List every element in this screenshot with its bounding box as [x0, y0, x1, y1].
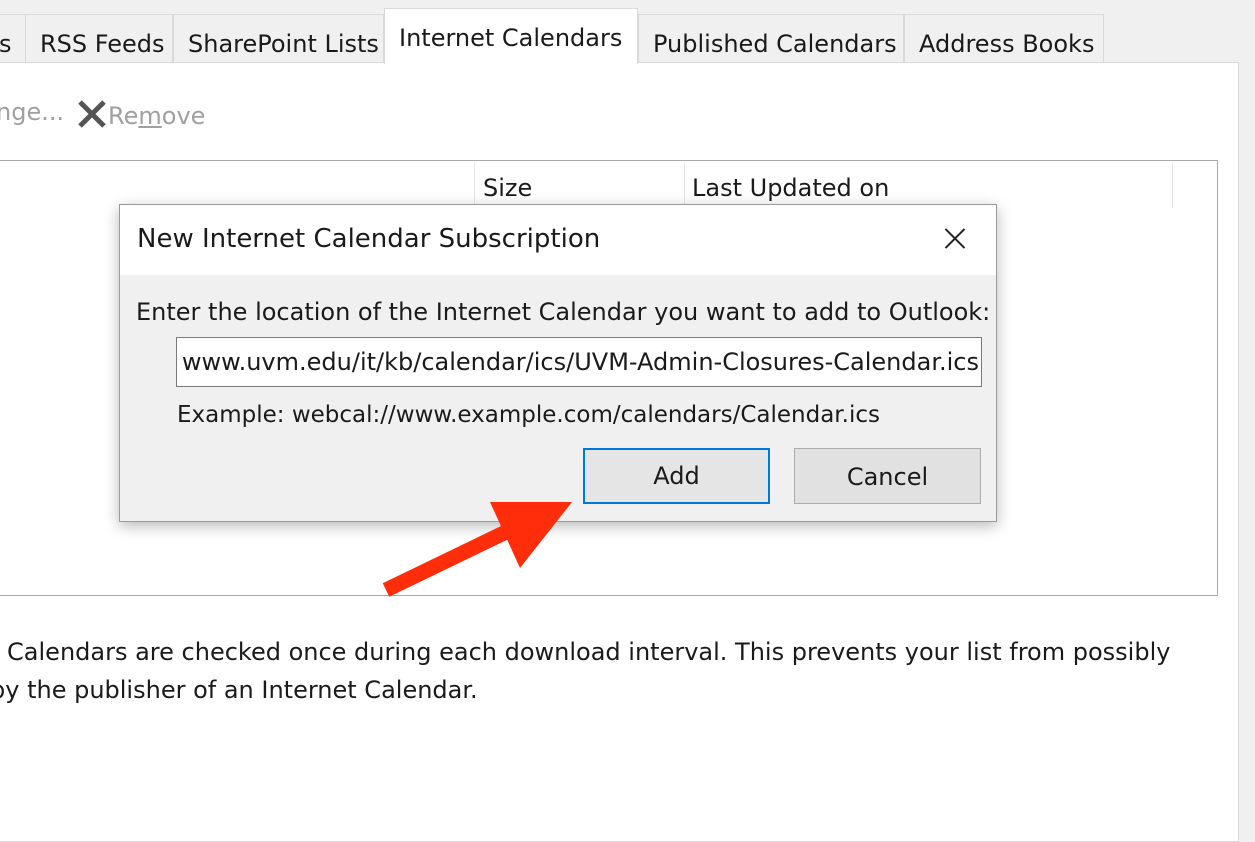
column-header-size[interactable]: Size: [483, 174, 532, 202]
tab-label: Address Books: [919, 30, 1095, 58]
red-arrow-annotation: [382, 502, 572, 597]
change-button[interactable]: nge...: [0, 98, 64, 126]
tab-label: Internet Calendars: [399, 24, 623, 52]
calendar-url-value: www.uvm.edu/it/kb/calendar/ics/UVM-Admin…: [181, 348, 979, 376]
tab-address-books[interactable]: Address Books: [904, 14, 1104, 62]
tab-label: RSS Feeds: [40, 30, 165, 58]
add-button[interactable]: Add: [583, 448, 770, 504]
cancel-button[interactable]: Cancel: [794, 448, 981, 504]
dialog-prompt: Enter the location of the Internet Calen…: [136, 298, 991, 326]
new-calendar-subscription-dialog: New Internet Calendar Subscription Enter…: [119, 204, 997, 522]
close-icon[interactable]: [940, 223, 970, 253]
column-divider: [1172, 162, 1173, 208]
dialog-title: New Internet Calendar Subscription: [137, 224, 601, 254]
column-header-last-updated[interactable]: Last Updated on: [692, 174, 889, 202]
tab-internet-calendars[interactable]: Internet Calendars: [384, 8, 638, 64]
column-divider: [684, 162, 685, 208]
remove-label: Remove: [108, 102, 206, 130]
info-line: t Calendars are checked once during each…: [0, 638, 1171, 666]
example-text: Example: webcal://www.example.com/calend…: [177, 402, 880, 428]
info-text: t Calendars are checked once during each…: [0, 633, 1170, 709]
tab-label: Published Calendars: [653, 30, 897, 58]
dialog-title-bar: New Internet Calendar Subscription: [120, 205, 996, 275]
column-divider: [474, 162, 475, 208]
arrow-shaft: [382, 523, 514, 597]
info-line: by the publisher of an Internet Calendar…: [0, 676, 478, 704]
tab-sharepoint-lists[interactable]: SharePoint Lists: [173, 14, 384, 62]
x-icon: [78, 100, 106, 128]
tab-label: s: [0, 30, 12, 58]
remove-button[interactable]: Remove: [76, 98, 205, 130]
calendar-url-input[interactable]: www.uvm.edu/it/kb/calendar/ics/UVM-Admin…: [176, 337, 982, 387]
tab-published-calendars[interactable]: Published Calendars: [638, 14, 904, 62]
tab-rss-feeds[interactable]: RSS Feeds: [25, 14, 173, 62]
change-label: nge...: [0, 98, 65, 126]
tab-partial[interactable]: s: [0, 14, 26, 62]
tab-label: SharePoint Lists: [188, 30, 379, 58]
